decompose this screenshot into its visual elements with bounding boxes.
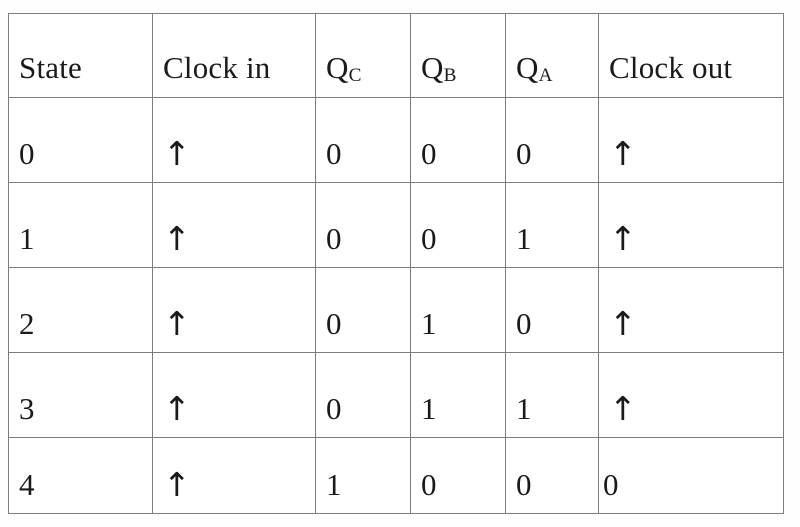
clock-in-rising-edge-icon: ↑ bbox=[163, 389, 191, 428]
cell-qa-value: 1 bbox=[516, 391, 532, 426]
cell-clock-out: ↑ bbox=[598, 352, 784, 438]
cell-state-value: 3 bbox=[19, 391, 35, 426]
qa-base: Q bbox=[516, 50, 539, 85]
cell-qa-value: 0 bbox=[516, 467, 532, 502]
cell-qa: 0 bbox=[505, 437, 599, 514]
cell-qa: 0 bbox=[505, 267, 599, 353]
column-header-clock-in: Clock in bbox=[152, 13, 316, 98]
qc-base: Q bbox=[326, 50, 349, 85]
table-row: 2 ↑ 0 1 0 ↑ bbox=[8, 267, 784, 353]
column-header-clock-out-label: Clock out bbox=[609, 50, 733, 85]
qa-subscript: A bbox=[538, 65, 553, 86]
cell-state-value: 0 bbox=[19, 136, 35, 171]
column-header-qa-label: QA bbox=[506, 52, 598, 97]
table-body: 0 ↑ 0 0 0 ↑ 1 ↑ 0 0 1 ↑ 2 ↑ 0 1 0 ↑ 3 ↑ … bbox=[8, 97, 784, 514]
cell-qa: 1 bbox=[505, 182, 599, 268]
table-row: 4 ↑ 1 0 0 0 bbox=[8, 437, 784, 514]
cell-state-value: 1 bbox=[19, 221, 35, 256]
cell-qb: 0 bbox=[410, 437, 506, 514]
clock-in-rising-edge-icon: ↑ bbox=[163, 304, 191, 343]
column-header-clock-in-label: Clock in bbox=[163, 50, 271, 85]
cell-clock-out: 0 bbox=[598, 437, 784, 514]
cell-clock-out: ↑ bbox=[598, 97, 784, 183]
cell-qa-value: 1 bbox=[516, 221, 532, 256]
cell-state: 4 bbox=[8, 437, 153, 514]
cell-state: 1 bbox=[8, 182, 153, 268]
cell-qb-value: 1 bbox=[421, 306, 437, 341]
table-row: 1 ↑ 0 0 1 ↑ bbox=[8, 182, 784, 268]
column-header-clock-out: Clock out bbox=[598, 13, 784, 98]
cell-clock-in: ↑ bbox=[152, 182, 316, 268]
cell-clock-out-value: 0 bbox=[603, 467, 619, 502]
column-header-state-label: State bbox=[19, 50, 82, 85]
cell-qc-value: 0 bbox=[326, 391, 342, 426]
qb-base: Q bbox=[421, 50, 444, 85]
table-header-row: State Clock in QC QB QA Clock out bbox=[8, 13, 784, 98]
cell-clock-in: ↑ bbox=[152, 437, 316, 514]
cell-qc-value: 0 bbox=[326, 136, 342, 171]
column-header-state: State bbox=[8, 13, 153, 98]
cell-qb: 1 bbox=[410, 267, 506, 353]
cell-qb-value: 0 bbox=[421, 467, 437, 502]
cell-qb-value: 0 bbox=[421, 221, 437, 256]
table-row: 3 ↑ 0 1 1 ↑ bbox=[8, 352, 784, 438]
table-row: 0 ↑ 0 0 0 ↑ bbox=[8, 97, 784, 183]
cell-state: 3 bbox=[8, 352, 153, 438]
column-header-qc: QC bbox=[315, 13, 411, 98]
cell-clock-in: ↑ bbox=[152, 97, 316, 183]
table-header: State Clock in QC QB QA Clock out bbox=[8, 13, 784, 98]
column-header-qa: QA bbox=[505, 13, 599, 98]
cell-qc-value: 0 bbox=[326, 306, 342, 341]
cell-qc: 0 bbox=[315, 182, 411, 268]
clock-out-rising-edge-icon: ↑ bbox=[609, 219, 637, 258]
column-header-qb-label: QB bbox=[411, 52, 505, 97]
cell-state: 2 bbox=[8, 267, 153, 353]
clock-in-rising-edge-icon: ↑ bbox=[163, 134, 191, 173]
cell-state: 0 bbox=[8, 97, 153, 183]
qc-subscript: C bbox=[348, 65, 362, 86]
qb-subscript: B bbox=[443, 65, 457, 86]
clock-out-rising-edge-icon: ↑ bbox=[609, 304, 637, 343]
cell-clock-out: ↑ bbox=[598, 267, 784, 353]
cell-qc: 1 bbox=[315, 437, 411, 514]
cell-qb: 0 bbox=[410, 97, 506, 183]
cell-qa: 1 bbox=[505, 352, 599, 438]
column-header-qb: QB bbox=[410, 13, 506, 98]
cell-qc: 0 bbox=[315, 267, 411, 353]
cell-state-value: 4 bbox=[19, 467, 35, 502]
clock-in-rising-edge-icon: ↑ bbox=[163, 219, 191, 258]
cell-qb-value: 1 bbox=[421, 391, 437, 426]
cell-clock-in: ↑ bbox=[152, 267, 316, 353]
column-header-qc-label: QC bbox=[316, 52, 410, 97]
cell-state-value: 2 bbox=[19, 306, 35, 341]
cell-qb: 1 bbox=[410, 352, 506, 438]
cell-qc-value: 1 bbox=[326, 467, 342, 502]
counter-state-table: State Clock in QC QB QA Clock out 0 ↑ 0 … bbox=[8, 13, 784, 514]
cell-qa-value: 0 bbox=[516, 306, 532, 341]
cell-qa: 0 bbox=[505, 97, 599, 183]
clock-out-rising-edge-icon: ↑ bbox=[609, 134, 637, 173]
cell-qc: 0 bbox=[315, 97, 411, 183]
cell-qc: 0 bbox=[315, 352, 411, 438]
cell-qc-value: 0 bbox=[326, 221, 342, 256]
cell-qb: 0 bbox=[410, 182, 506, 268]
document-canvas: State Clock in QC QB QA Clock out 0 ↑ 0 … bbox=[0, 0, 800, 527]
cell-qa-value: 0 bbox=[516, 136, 532, 171]
cell-clock-in: ↑ bbox=[152, 352, 316, 438]
cell-qb-value: 0 bbox=[421, 136, 437, 171]
clock-out-rising-edge-icon: ↑ bbox=[609, 389, 637, 428]
cell-clock-out: ↑ bbox=[598, 182, 784, 268]
clock-in-rising-edge-icon: ↑ bbox=[163, 465, 191, 504]
